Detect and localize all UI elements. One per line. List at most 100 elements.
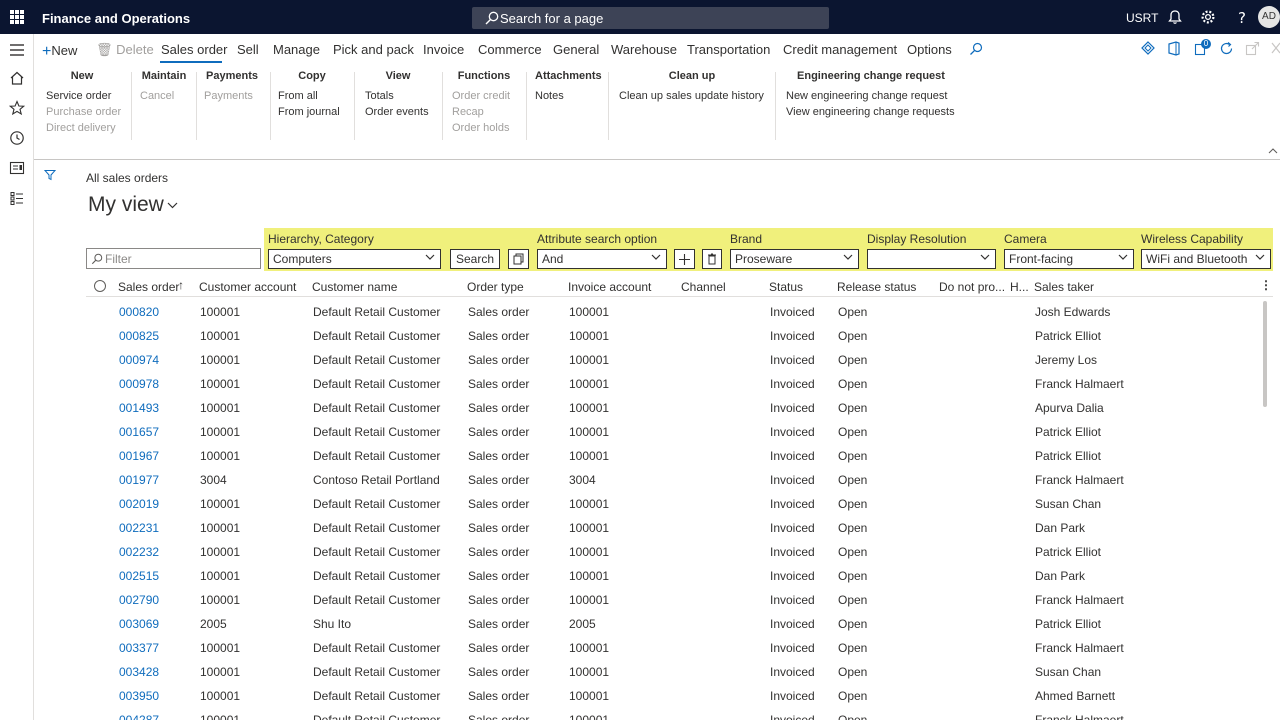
sales-order-link[interactable]: 000974 (119, 353, 159, 367)
avatar[interactable]: AD (1258, 6, 1280, 28)
table-row[interactable]: 003950 100001 Default Retail Customer Sales… (86, 683, 1262, 707)
vertical-scrollbar[interactable] (1260, 301, 1270, 720)
open-new-window-icon[interactable] (1245, 41, 1260, 56)
ribbon-button[interactable]: From journal (278, 104, 346, 120)
display-resolution-select[interactable] (867, 249, 996, 269)
col-do-not-process-header[interactable]: Do not pro... (939, 280, 1005, 294)
col-channel-header[interactable]: Channel (681, 280, 726, 294)
table-row[interactable]: 002232 100001 Default Retail Customer Sales… (86, 539, 1262, 563)
view-selector[interactable]: My view (88, 193, 178, 217)
ribbon-button[interactable]: Clean up sales update history (619, 88, 765, 104)
sales-order-link[interactable]: 000820 (119, 305, 159, 319)
col-status-header[interactable]: Status (769, 280, 803, 294)
sales-order-link[interactable]: 001967 (119, 449, 159, 463)
ribbon-button[interactable]: Service order (46, 88, 118, 104)
power-apps-icon[interactable] (1141, 41, 1155, 55)
filter-input[interactable] (105, 251, 255, 267)
hamburger-menu-icon[interactable] (9, 42, 25, 58)
scrollbar-thumb[interactable] (1263, 301, 1267, 407)
table-row[interactable]: 002515 100001 Default Retail Customer Sales… (86, 563, 1262, 587)
table-row[interactable]: 002790 100001 Default Retail Customer Sales… (86, 587, 1262, 611)
tab-pick-and-pack[interactable]: Pick and pack (333, 42, 414, 57)
refresh-icon[interactable] (1219, 41, 1234, 56)
sales-order-link[interactable]: 003377 (119, 641, 159, 655)
table-row[interactable]: 003428 100001 Default Retail Customer Sales… (86, 659, 1262, 683)
sales-order-link[interactable]: 002019 (119, 497, 159, 511)
add-attribute-button[interactable] (674, 249, 695, 269)
table-row[interactable]: 000978 100001 Default Retail Customer Sales… (86, 371, 1262, 395)
col-sales-order-header[interactable]: Sales order (118, 280, 179, 294)
table-row[interactable]: 003377 100001 Default Retail Customer Sales… (86, 635, 1262, 659)
favorites-star-icon[interactable] (9, 100, 25, 116)
sales-order-link[interactable]: 003069 (119, 617, 159, 631)
copy-button[interactable] (508, 249, 529, 269)
bell-icon[interactable] (1167, 9, 1183, 25)
attribute-option-select[interactable]: And (537, 249, 667, 269)
col-order-type-header[interactable]: Order type (467, 280, 524, 294)
sales-order-link[interactable]: 003428 (119, 665, 159, 679)
table-row[interactable]: 001657 100001 Default Retail Customer Sales… (86, 419, 1262, 443)
action-search-icon[interactable] (969, 42, 983, 56)
sales-order-link[interactable]: 001977 (119, 473, 159, 487)
sales-order-link[interactable]: 003950 (119, 689, 159, 703)
office-icon[interactable] (1167, 41, 1181, 56)
delete-button[interactable]: 🗑 Delete (96, 42, 154, 58)
tab-sales-order[interactable]: Sales order (161, 42, 227, 57)
brand-select[interactable]: Proseware (730, 249, 859, 269)
ribbon-button[interactable]: Notes (535, 88, 599, 104)
table-row[interactable]: 002019 100001 Default Retail Customer Sales… (86, 491, 1262, 515)
ribbon-button[interactable]: View engineering change requests (786, 104, 956, 120)
tab-manage[interactable]: Manage (273, 42, 320, 57)
modules-list-icon[interactable] (9, 190, 25, 206)
tab-invoice[interactable]: Invoice (423, 42, 464, 57)
camera-select[interactable]: Front-facing (1004, 249, 1134, 269)
sales-order-link[interactable]: 000825 (119, 329, 159, 343)
table-row[interactable]: 001967 100001 Default Retail Customer Sales… (86, 443, 1262, 467)
remove-attribute-button[interactable] (702, 249, 722, 269)
col-customer-account-header[interactable]: Customer account (199, 280, 296, 294)
sales-order-link[interactable]: 001657 (119, 425, 159, 439)
table-row[interactable]: 001493 100001 Default Retail Customer Sales… (86, 395, 1262, 419)
col-release-status-header[interactable]: Release status (837, 280, 916, 294)
column-options-icon[interactable]: ⋮ (1260, 278, 1272, 292)
company-picker[interactable]: USRT (1126, 11, 1158, 25)
table-row[interactable]: 004287 100001 Default Retail Customer Sales… (86, 707, 1262, 720)
tab-sell[interactable]: Sell (237, 42, 259, 57)
grid-filter-field[interactable] (86, 248, 261, 269)
app-launcher-icon[interactable] (10, 10, 24, 24)
select-all-radio[interactable] (94, 280, 106, 292)
workspaces-icon[interactable] (9, 160, 25, 176)
close-icon[interactable] (1271, 42, 1280, 55)
recent-clock-icon[interactable] (9, 130, 25, 146)
table-row[interactable]: 001977 3004 Contoso Retail Portland Sales o… (86, 467, 1262, 491)
gear-icon[interactable] (1200, 9, 1216, 25)
sales-order-link[interactable]: 002231 (119, 521, 159, 535)
table-row[interactable]: 003069 2005 Shu Ito Sales order 2005 Invoiced… (86, 611, 1262, 635)
collapse-ribbon-icon[interactable] (1268, 147, 1278, 154)
tab-credit-management[interactable]: Credit management (783, 42, 897, 57)
sales-order-link[interactable]: 004287 (119, 713, 159, 720)
tab-commerce[interactable]: Commerce (478, 42, 542, 57)
col-sales-taker-header[interactable]: Sales taker (1034, 280, 1094, 294)
col-invoice-account-header[interactable]: Invoice account (568, 280, 651, 294)
sales-order-link[interactable]: 001493 (119, 401, 159, 415)
app-title[interactable]: Finance and Operations (42, 11, 190, 26)
sales-order-link[interactable]: 002790 (119, 593, 159, 607)
sales-order-link[interactable]: 002232 (119, 545, 159, 559)
ribbon-button[interactable]: From all (278, 88, 346, 104)
tab-warehouse[interactable]: Warehouse (611, 42, 677, 57)
ribbon-button[interactable]: New engineering change request (786, 88, 956, 104)
hierarchy-select[interactable]: Computers (268, 249, 441, 269)
sales-order-link[interactable]: 002515 (119, 569, 159, 583)
help-icon[interactable]: ? (1234, 9, 1250, 25)
tab-transportation[interactable]: Transportation (687, 42, 770, 57)
search-button[interactable]: Search (450, 249, 500, 269)
tab-options[interactable]: Options (907, 42, 952, 57)
table-row[interactable]: 000825 100001 Default Retail Customer Sales… (86, 323, 1262, 347)
home-icon[interactable] (9, 70, 25, 86)
ribbon-button[interactable]: Totals (365, 88, 431, 104)
table-row[interactable]: 002231 100001 Default Retail Customer Sales… (86, 515, 1262, 539)
wireless-capability-select[interactable]: WiFi and Bluetooth (1141, 249, 1271, 269)
col-h-header[interactable]: H... (1010, 280, 1029, 294)
col-customer-name-header[interactable]: Customer name (312, 280, 397, 294)
